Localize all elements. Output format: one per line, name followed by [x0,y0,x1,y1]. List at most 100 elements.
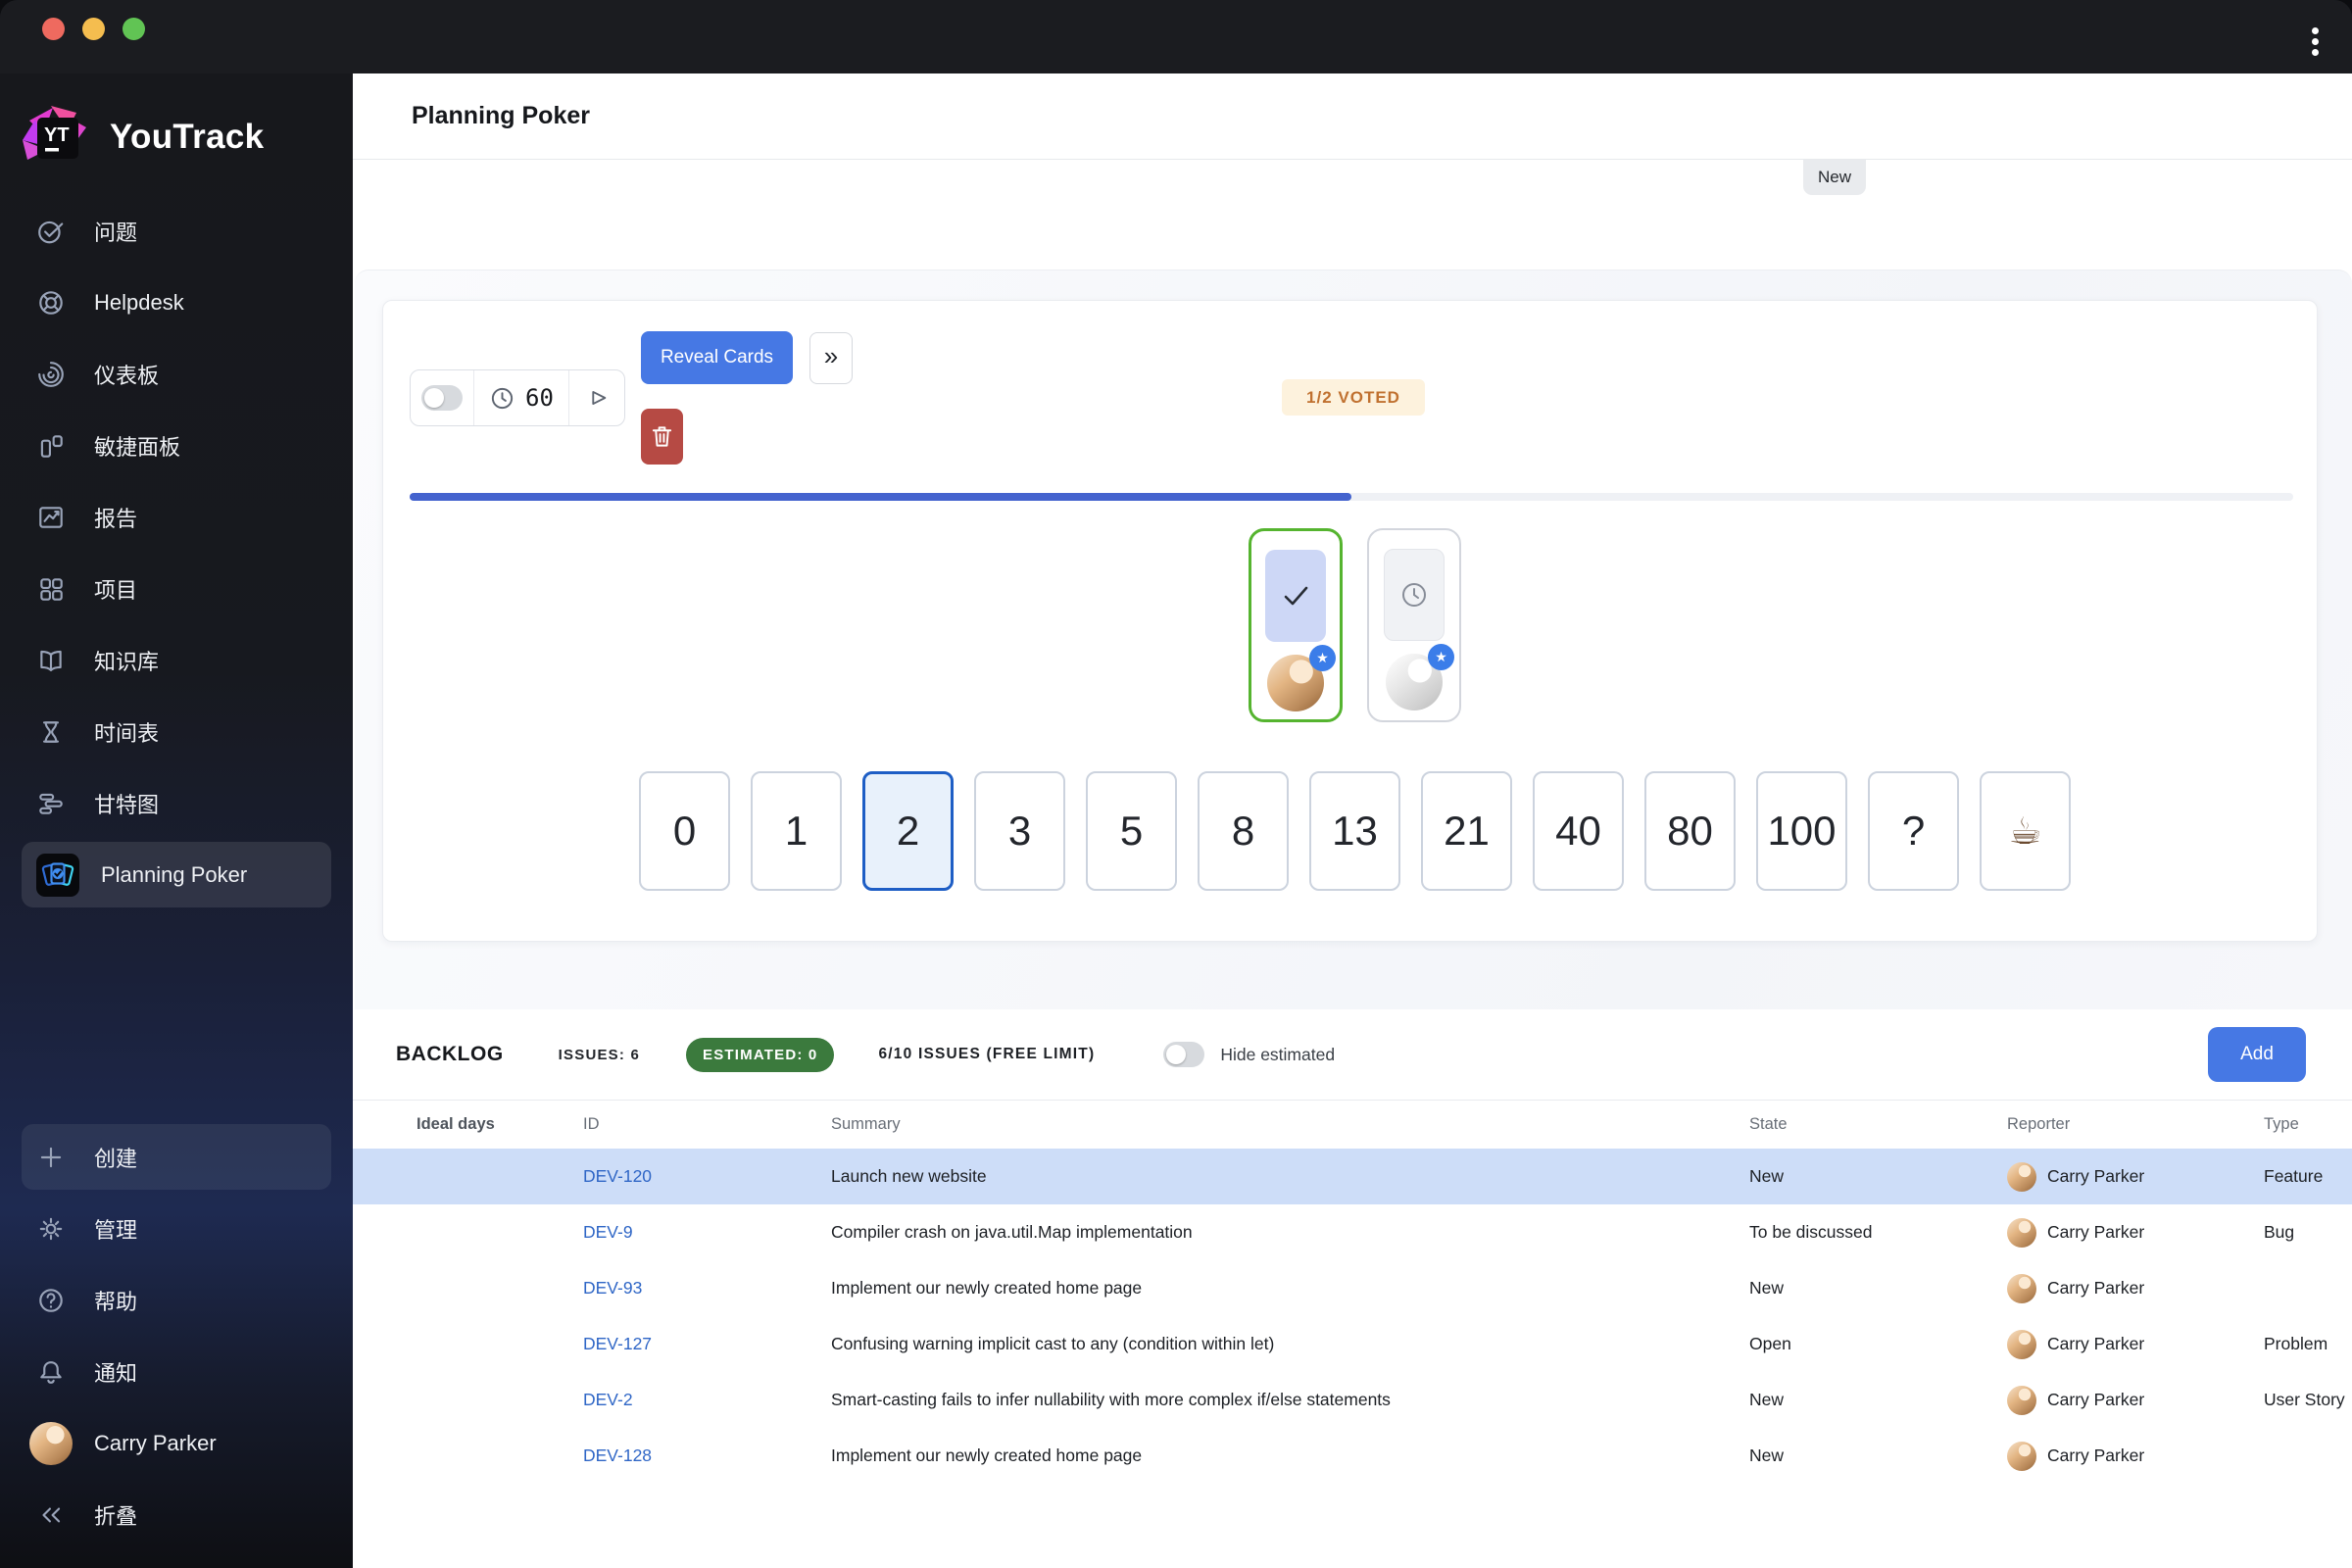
star-badge-icon: ★ [1309,645,1336,671]
deck-card-80[interactable]: 80 [1644,771,1736,891]
report-chart-icon [36,503,66,532]
column-header-type[interactable]: Type [2264,1115,2352,1134]
deck-card-value: 3 [1007,808,1032,854]
participant-card-voted: ★ [1249,528,1343,722]
table-row-DEV-120[interactable]: DEV-120 Launch new website New Carry Parker… [353,1149,2352,1204]
issue-type: Bug [2264,1222,2295,1242]
issue-id-link[interactable]: DEV-2 [583,1390,831,1410]
reporter-avatar [2007,1385,2036,1415]
estimated-badge: ESTIMATED: 0 [686,1037,835,1072]
deck-card-0[interactable]: 0 [639,771,730,891]
deck-card-13[interactable]: 13 [1309,771,1400,891]
reveal-cards-button[interactable]: Reveal Cards [641,331,793,384]
table-row-DEV-9[interactable]: DEV-9 Compiler crash on java.util.Map imp… [353,1204,2352,1260]
timer-start-button[interactable] [568,370,624,425]
sidebar-item-管理[interactable]: 管理 [0,1193,353,1264]
zoom-button[interactable] [122,18,145,40]
column-header-state[interactable]: State [1749,1115,2007,1134]
deck-card-8[interactable]: 8 [1198,771,1289,891]
deck-card-100[interactable]: 100 [1756,771,1847,891]
sidebar-item-通知[interactable]: 通知 [0,1336,353,1407]
sidebar-item-甘特图[interactable]: 甘特图 [0,767,353,839]
hide-estimated-toggle[interactable] [1163,1042,1205,1067]
column-header-summary[interactable]: Summary [831,1115,1749,1134]
column-header-ideal-days[interactable]: Ideal days [416,1115,583,1134]
issue-type: Problem [2264,1334,2328,1353]
dashboard-icon [36,360,66,389]
main-area: Planning Poker New 60 Reveal Cards » 1/2… [353,74,2352,1568]
issue-type: User Story [2264,1390,2345,1409]
issue-id-link[interactable]: DEV-93 [583,1278,831,1298]
sidebar-item-helpdesk[interactable]: Helpdesk [0,267,353,338]
gear-icon [36,1214,66,1244]
reporter-avatar [2007,1273,2036,1303]
sidebar-item-问题[interactable]: 问题 [0,195,353,267]
deck-card-40[interactable]: 40 [1533,771,1624,891]
column-header-reporter[interactable]: Reporter [2007,1115,2264,1134]
timer-seconds: 60 [525,384,554,412]
sidebar-item-carry-parker[interactable]: Carry Parker [0,1407,353,1479]
sidebar-item-仪表板[interactable]: 仪表板 [0,338,353,410]
delete-session-button[interactable] [641,409,683,465]
issue-summary: Smart-casting fails to infer nullability… [831,1390,1391,1409]
sidebar-item-label: 创建 [94,1146,138,1171]
sidebar-item-帮助[interactable]: 帮助 [0,1264,353,1336]
column-header-id[interactable]: ID [583,1115,831,1134]
deck-card-1[interactable]: 1 [751,771,842,891]
sidebar-item-折叠[interactable]: 折叠 [0,1479,353,1550]
sidebar-item-label: 仪表板 [94,363,160,388]
table-row-DEV-93[interactable]: DEV-93 Implement our newly created home p… [353,1260,2352,1316]
issue-id-link[interactable]: DEV-120 [583,1166,831,1187]
participants-row: ★ ★ [1249,528,1461,722]
sidebar-item-知识库[interactable]: 知识库 [0,624,353,696]
issue-state: New [1749,1446,1785,1465]
deck-card-5[interactable]: 5 [1086,771,1177,891]
deck-card-21[interactable]: 21 [1421,771,1512,891]
add-issue-button[interactable]: Add [2208,1027,2306,1082]
sidebar-item-项目[interactable]: 项目 [0,553,353,624]
sidebar-item-报告[interactable]: 报告 [0,481,353,553]
sidebar-item-创建[interactable]: 创建 [22,1124,331,1190]
issue-id-link[interactable]: DEV-128 [583,1446,831,1466]
issue-id-link[interactable]: DEV-127 [583,1334,831,1354]
deck-card-2[interactable]: 2 [862,771,954,891]
issue-summary: Compiler crash on java.util.Map implemen… [831,1222,1193,1242]
backlog-toolbar: BACKLOG ISSUES: 6 ESTIMATED: 0 6/10 ISSU… [353,1009,2352,1101]
kebab-menu-icon[interactable] [2308,24,2323,60]
sidebar-item-时间表[interactable]: 时间表 [0,696,353,767]
free-limit-label: 6/10 ISSUES (FREE LIMIT) [878,1046,1096,1062]
table-row-DEV-2[interactable]: DEV-2 Smart-casting fails to infer nullab… [353,1372,2352,1428]
table-row-DEV-128[interactable]: DEV-128 Implement our newly created home … [353,1428,2352,1484]
issue-reporter: Carry Parker [2007,1441,2264,1471]
deck-card-value: ☕ [2008,810,2042,853]
deck-card-?[interactable]: ? [1868,771,1959,891]
knowledge-base-icon [36,646,66,675]
issue-id-link[interactable]: DEV-9 [583,1222,831,1243]
youtrack-logo: YT YouTrack [0,74,353,172]
timer-toggle[interactable] [421,385,463,411]
sidebar-footer-nav: 创建管理 帮助 通知 Carry Parker 折叠 [0,1121,353,1568]
reporter-name: Carry Parker [2047,1390,2145,1409]
svg-text:YT: YT [44,124,70,146]
issue-state: New [1749,1278,1785,1298]
minimize-button[interactable] [82,18,105,40]
skip-button[interactable]: » [809,332,853,384]
reporter-name: Carry Parker [2047,1334,2145,1353]
sidebar-item-label: Carry Parker [94,1430,217,1455]
issue-summary: Confusing warning implicit cast to any (… [831,1334,1275,1353]
close-button[interactable] [42,18,65,40]
backlog-section: BACKLOG ISSUES: 6 ESTIMATED: 0 6/10 ISSU… [353,1009,2352,1568]
timer-value-cell[interactable]: 60 [473,370,568,425]
table-row-DEV-127[interactable]: DEV-127 Confusing warning implicit cast t… [353,1316,2352,1372]
play-icon [584,385,610,411]
deck-card-3[interactable]: 3 [974,771,1065,891]
issue-reporter: Carry Parker [2007,1273,2264,1303]
sidebar: YT YouTrack 问题 Helpdesk 仪表板敏捷面板 报告 项目 知识库 时间表甘… [0,74,353,1568]
deck-card-coffee[interactable]: ☕ [1980,771,2071,891]
check-circle-icon [36,217,66,246]
logo-text: YouTrack [110,118,265,156]
hide-estimated-control[interactable]: Hide estimated [1163,1042,1335,1067]
reporter-avatar [2007,1161,2036,1192]
sidebar-item-planning-poker[interactable]: Planning Poker [22,842,331,907]
sidebar-item-敏捷面板[interactable]: 敏捷面板 [0,410,353,481]
